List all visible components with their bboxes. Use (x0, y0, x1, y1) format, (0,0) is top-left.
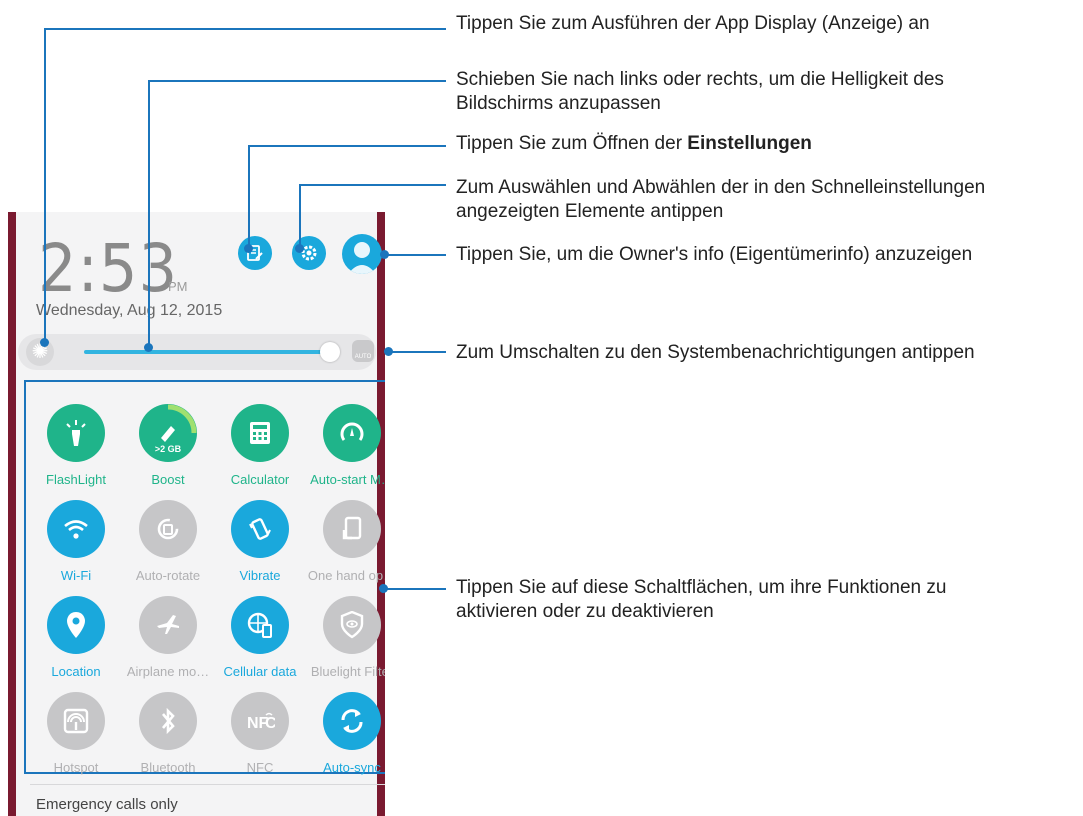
quick-setting-boost[interactable]: >2 GB Boost (122, 404, 214, 487)
flashlight-icon (47, 404, 105, 462)
display-app-button[interactable] (238, 236, 272, 270)
quick-setting-label: Location (51, 664, 101, 679)
quick-setting-airplane-mo[interactable]: Airplane mo… (122, 596, 214, 679)
quick-setting-wi-fi[interactable]: Wi-Fi (30, 500, 122, 583)
autostart-icon (323, 404, 381, 462)
boost-progress-ring (167, 404, 197, 434)
quick-setting-label: Bluetooth (140, 760, 196, 775)
owner-avatar-icon (348, 242, 376, 274)
quick-setting-cellular-data[interactable]: Cellular data (214, 596, 306, 679)
quick-setting-flashlight[interactable]: FlashLight (30, 404, 122, 487)
quick-setting-auto-sync[interactable]: Auto-sync (306, 692, 385, 775)
quick-setting-label: Calculator (230, 472, 290, 487)
date-label: Wednesday, Aug 12, 2015 (36, 302, 223, 319)
callout-line-4h (299, 184, 446, 186)
callout-dot-4 (295, 244, 304, 253)
quick-setting-label: Boost (151, 472, 185, 487)
quick-settings-grid: FlashLight >2 GB Boost Calculator Auto-start… (24, 380, 385, 775)
callout-line-3 (248, 145, 250, 249)
callout-dot-5 (380, 250, 389, 259)
callout-line-6 (390, 351, 446, 353)
hotspot-icon (47, 692, 105, 750)
boost-icon: >2 GB (139, 404, 197, 462)
wifi-icon (47, 500, 105, 558)
brightness-bar: ✺ AUTO (18, 334, 376, 370)
quick-setting-label: NFC (246, 760, 274, 775)
clock-ampm: PM (168, 279, 188, 294)
callout-line-2h (148, 80, 446, 82)
callout-line-3h (248, 145, 446, 147)
quick-setting-label: Auto-rotate (135, 568, 201, 583)
callout-line-1t (430, 28, 446, 30)
note-brightness: Schieben Sie nach links oder rechts, um … (456, 69, 944, 114)
rotate-icon (139, 500, 197, 558)
quick-setting-label: Vibrate (239, 568, 281, 583)
quick-setting-label: Airplane mo… (126, 664, 210, 679)
cellular-data-icon (231, 596, 289, 654)
svg-text:C: C (265, 715, 275, 732)
quick-setting-auto-start-m[interactable]: Auto-start M… (306, 404, 385, 487)
quick-setting-auto-rotate[interactable]: Auto-rotate (122, 500, 214, 583)
calculator-icon (231, 404, 289, 462)
airplane-icon (139, 596, 197, 654)
quick-setting-label: FlashLight (46, 472, 106, 487)
divider (30, 784, 385, 785)
quick-setting-label: Cellular data (223, 664, 297, 679)
quick-setting-vibrate[interactable]: Vibrate (214, 500, 306, 583)
quick-setting-label: Wi-Fi (60, 568, 92, 583)
clock-time: 2:53 (38, 230, 179, 307)
vibrate-icon (231, 500, 289, 558)
quick-settings-panel: 2:53 PM Wednesday, Aug 12, 2015 ✺ AUTO F… (16, 212, 385, 816)
callout-dot-7 (379, 584, 388, 593)
quick-setting-label: One hand op… (307, 568, 385, 583)
one-hand-icon (323, 500, 381, 558)
emergency-calls-label: Emergency calls only (36, 796, 178, 813)
quick-setting-label: Auto-sync (323, 760, 381, 775)
callout-line-1h (44, 28, 430, 30)
quick-setting-bluelight-filter[interactable]: Bluelight Filter (306, 596, 385, 679)
callout-line-7 (384, 588, 446, 590)
bluetooth-icon (139, 692, 197, 750)
quick-setting-bluetooth[interactable]: Bluetooth (122, 692, 214, 775)
note-owner-info: Tippen Sie, um die Owner's info (Eigentü… (456, 244, 973, 265)
note-system-notifications: Zum Umschalten zu den Systembenachrichti… (456, 342, 975, 363)
brightness-track[interactable] (84, 350, 324, 354)
nfc-icon: NF C (231, 692, 289, 750)
callout-dot-3 (244, 244, 253, 253)
quick-setting-label: Auto-start M… (310, 472, 385, 487)
note-display-app: Tippen Sie zum Ausführen der App Display… (456, 13, 930, 34)
note-select-elements: Zum Auswählen und Abwählen der in den Sc… (456, 177, 986, 222)
callout-line-5 (386, 254, 446, 256)
quick-setting-calculator[interactable]: Calculator (214, 404, 306, 487)
phone-screen: 2:53 PM Wednesday, Aug 12, 2015 ✺ AUTO F… (8, 212, 385, 816)
callout-dot-1 (40, 338, 49, 347)
note-settings: Tippen Sie zum Öffnen der Einstellungen (456, 133, 812, 154)
owner-info-button[interactable] (342, 234, 382, 274)
quick-setting-location[interactable]: Location (30, 596, 122, 679)
quick-setting-nfc[interactable]: NF C NFC (214, 692, 306, 775)
sync-icon (323, 692, 381, 750)
settings-button[interactable] (292, 236, 326, 270)
brightness-slider-knob[interactable] (320, 342, 340, 362)
quick-setting-hotspot[interactable]: Hotspot (30, 692, 122, 775)
callout-dot-2 (144, 343, 153, 352)
bluelight-filter-icon (323, 596, 381, 654)
callout-line-2 (148, 80, 150, 348)
callout-line-4 (299, 184, 301, 249)
quick-setting-label: Bluelight Filter (310, 664, 385, 679)
location-pin-icon (47, 596, 105, 654)
quick-setting-label: Hotspot (53, 760, 99, 775)
note-toggle-buttons: Tippen Sie auf diese Schaltflächen, um i… (456, 577, 947, 622)
quick-setting-one-hand-op[interactable]: One hand op… (306, 500, 385, 583)
callout-line-1 (44, 28, 46, 344)
brightness-auto-toggle[interactable]: AUTO (352, 340, 374, 362)
callout-dot-6 (384, 347, 393, 356)
